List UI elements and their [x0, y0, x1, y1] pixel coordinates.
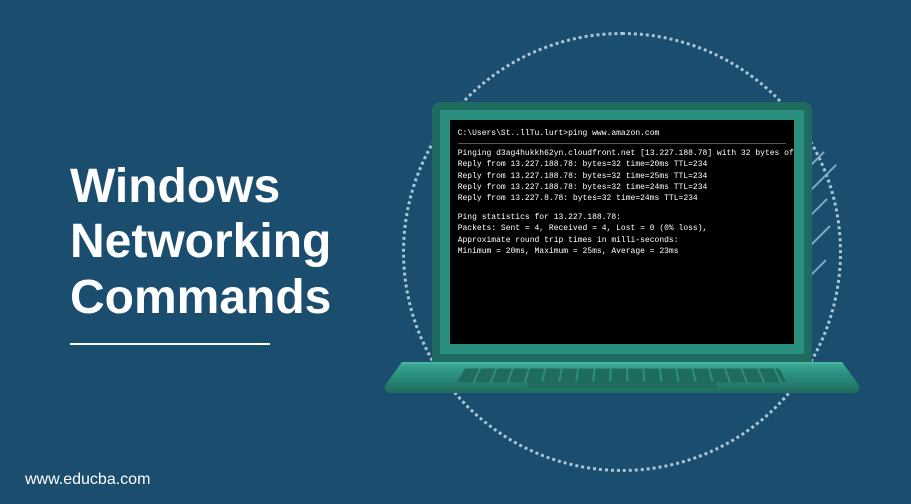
terminal-approx: Approximate round trip times in milli-se…	[458, 235, 786, 246]
terminal-times: Minimum = 20ms, Maximum = 25ms, Average …	[458, 246, 786, 257]
illustration-section: C:\Users\St..llTu.lurt>ping www.amazon.c…	[372, 0, 871, 504]
terminal-reply: Reply from 13.227.188.78: bytes=32 time=…	[458, 159, 786, 170]
title-line-3: Commands	[70, 270, 372, 325]
title-line-2: Networking	[70, 214, 372, 269]
terminal-reply: Reply from 13.227.188.78: bytes=32 time=…	[458, 171, 786, 182]
terminal-pinging: Pinging d3ag4hukkh62yn.cloudfront.net [1…	[458, 148, 786, 159]
laptop-screen: C:\Users\St..llTu.lurt>ping www.amazon.c…	[432, 102, 812, 362]
laptop-illustration: C:\Users\St..llTu.lurt>ping www.amazon.c…	[432, 102, 812, 402]
terminal-prompt: C:\Users\St..llTu.lurt>ping www.amazon.c…	[458, 128, 786, 139]
terminal-packets: Packets: Sent = 4, Received = 4, Lost = …	[458, 223, 786, 234]
terminal-stats-header: Ping statistics for 13.227.188.78:	[458, 212, 786, 223]
laptop-keyboard-base	[379, 362, 865, 393]
terminal-reply: Reply from 13.227.8.78: bytes=32 time=24…	[458, 193, 786, 204]
title-section: Windows Networking Commands	[40, 159, 372, 345]
page-title: Windows Networking Commands	[70, 159, 372, 325]
main-container: Windows Networking Commands C:\Users\St.…	[0, 0, 911, 504]
title-line-1: Windows	[70, 159, 372, 214]
title-divider	[70, 343, 270, 345]
footer-url: www.educba.com	[25, 471, 150, 489]
terminal-window: C:\Users\St..llTu.lurt>ping www.amazon.c…	[450, 120, 794, 344]
terminal-reply: Reply from 13.227.188.78: bytes=32 time=…	[458, 182, 786, 193]
